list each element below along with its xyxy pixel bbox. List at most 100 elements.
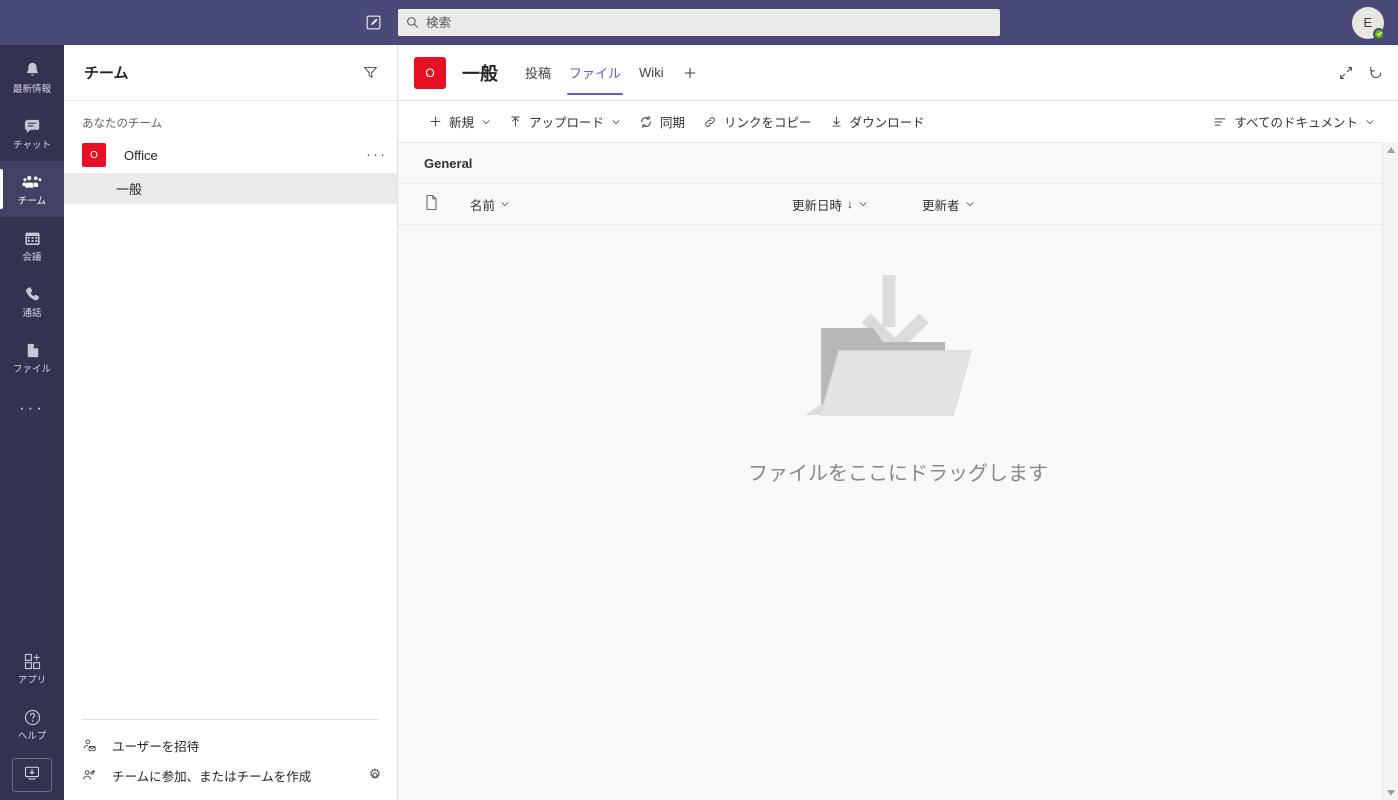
search-icon bbox=[406, 16, 419, 29]
column-header-modified-by-label: 更新者 bbox=[922, 198, 960, 213]
compose-icon[interactable] bbox=[360, 10, 386, 36]
upload-icon bbox=[509, 115, 522, 128]
column-header-modified-by[interactable]: 更新者 bbox=[922, 195, 1052, 214]
sidebar-item-files[interactable]: ファイル bbox=[0, 329, 64, 385]
sidebar-item-apps[interactable]: アプリ bbox=[0, 640, 64, 696]
documents-area: General 名前 更新日時 ↓ 更新者 ファイルをここにドラッグします bbox=[398, 143, 1398, 800]
main-content: O 一般 投稿 ファイル Wiki 新規 アップロード 同期 リンクをコピー ダ… bbox=[398, 45, 1398, 800]
chevron-down-icon bbox=[858, 199, 868, 209]
gear-icon[interactable] bbox=[367, 767, 383, 783]
sidebar-item-calendar-label: 会議 bbox=[22, 251, 42, 263]
person-add-icon bbox=[82, 738, 102, 753]
drag-files-folder-illustration bbox=[803, 263, 993, 433]
help-icon bbox=[23, 707, 42, 729]
phone-icon bbox=[23, 284, 42, 306]
column-header-modified[interactable]: 更新日時 ↓ bbox=[792, 195, 922, 214]
channel-tabs: 投稿 ファイル Wiki bbox=[516, 45, 707, 101]
sort-descending-icon: ↓ bbox=[847, 197, 854, 211]
team-avatar: O bbox=[82, 143, 106, 167]
team-more-options-button[interactable]: ··· bbox=[366, 147, 387, 162]
column-type[interactable] bbox=[424, 194, 470, 214]
presence-available-icon bbox=[1373, 27, 1385, 40]
search-box[interactable] bbox=[398, 9, 1000, 36]
sidebar-item-activity-label: 最新情報 bbox=[12, 83, 51, 95]
files-column-headers: 名前 更新日時 ↓ 更新者 bbox=[398, 183, 1398, 225]
sidebar-item-help[interactable]: ヘルプ bbox=[0, 696, 64, 752]
vertical-scrollbar[interactable] bbox=[1382, 143, 1398, 800]
teams-panel: チーム あなたのチーム O Office ··· 一般 ユーザーを招待 チームに… bbox=[64, 45, 398, 800]
tab-posts[interactable]: 投稿 bbox=[516, 45, 560, 101]
top-bar: E bbox=[0, 0, 1398, 45]
sidebar-item-files-label: ファイル bbox=[12, 363, 51, 375]
team-name: Office bbox=[124, 147, 158, 163]
sync-button[interactable]: 同期 bbox=[630, 106, 694, 138]
avatar[interactable]: E bbox=[1352, 6, 1385, 40]
sidebar-item-teams[interactable]: チーム bbox=[0, 161, 64, 217]
document-icon bbox=[424, 194, 439, 214]
tab-files[interactable]: ファイル bbox=[560, 45, 630, 101]
invite-people-button[interactable]: ユーザーを招待 bbox=[64, 730, 397, 760]
sidebar-item-teams-label: チーム bbox=[17, 195, 47, 207]
teams-icon bbox=[22, 172, 43, 194]
sidebar-item-help-label: ヘルプ bbox=[17, 730, 47, 742]
download-desktop-app-button[interactable] bbox=[12, 758, 52, 792]
filter-icon[interactable] bbox=[362, 64, 379, 81]
expand-icon[interactable] bbox=[1338, 65, 1354, 81]
channel-header-actions bbox=[1338, 65, 1384, 81]
app-body: 最新情報 チャット チーム 会議 通話 ファイル ··· アプリ ヘルプ チーム… bbox=[0, 45, 1398, 800]
search-input[interactable] bbox=[426, 15, 992, 30]
refresh-icon[interactable] bbox=[1368, 65, 1384, 81]
apps-icon bbox=[23, 651, 42, 673]
add-tab-button[interactable] bbox=[673, 45, 707, 101]
tab-files-label: ファイル bbox=[569, 66, 622, 81]
teams-panel-footer: ユーザーを招待 チームに参加、またはチームを作成 bbox=[64, 719, 397, 800]
column-header-modified-label: 更新日時 bbox=[792, 198, 843, 213]
copy-link-button-label: リンクをコピー bbox=[724, 116, 812, 130]
list-view-icon bbox=[1213, 115, 1227, 129]
chat-icon bbox=[23, 116, 42, 138]
plus-icon bbox=[429, 115, 442, 128]
scroll-up-arrow-icon[interactable] bbox=[1386, 143, 1395, 157]
new-button[interactable]: 新規 bbox=[420, 106, 500, 138]
sync-icon bbox=[639, 115, 653, 129]
tab-wiki-label: Wiki bbox=[639, 65, 664, 80]
command-bar: 新規 アップロード 同期 リンクをコピー ダウンロード すべてのドキュメント bbox=[398, 101, 1398, 143]
chevron-down-icon bbox=[481, 117, 491, 127]
sidebar-item-calls[interactable]: 通話 bbox=[0, 273, 64, 329]
channel-team-avatar: O bbox=[414, 56, 446, 89]
download-button-label: ダウンロード bbox=[849, 116, 925, 130]
scroll-down-arrow-icon[interactable] bbox=[1386, 786, 1395, 800]
page-title: チーム bbox=[84, 65, 129, 82]
invite-people-label: ユーザーを招待 bbox=[112, 739, 200, 754]
channel-name: 一般 bbox=[116, 182, 143, 197]
copy-link-button[interactable]: リンクをコピー bbox=[694, 106, 821, 138]
view-selector-button[interactable]: すべてのドキュメント bbox=[1204, 106, 1384, 138]
divider bbox=[82, 719, 379, 720]
chevron-down-icon bbox=[611, 117, 621, 127]
sidebar-item-calls-label: 通話 bbox=[22, 307, 42, 319]
link-icon bbox=[703, 115, 717, 129]
column-header-name[interactable]: 名前 bbox=[470, 195, 792, 214]
sidebar-more-apps-button[interactable]: ··· bbox=[0, 385, 64, 431]
teams-panel-header: チーム bbox=[64, 45, 397, 101]
column-header-name-label: 名前 bbox=[470, 198, 496, 213]
channel-item-general[interactable]: 一般 bbox=[64, 173, 397, 204]
team-row-office[interactable]: O Office ··· bbox=[64, 137, 397, 173]
chevron-down-icon bbox=[965, 199, 975, 209]
teams-app-window: E 最新情報 bbox=[0, 0, 1398, 800]
breadcrumb[interactable]: General bbox=[398, 143, 1398, 183]
sidebar-item-chat[interactable]: チャット bbox=[0, 105, 64, 161]
app-rail-bottom: アプリ ヘルプ bbox=[0, 640, 64, 800]
tab-wiki[interactable]: Wiki bbox=[630, 45, 673, 101]
view-selector-label: すべてのドキュメント bbox=[1234, 116, 1358, 130]
download-button[interactable]: ダウンロード bbox=[821, 106, 934, 138]
bell-icon bbox=[23, 60, 42, 82]
channel-title: 一般 bbox=[462, 63, 498, 84]
sidebar-item-activity[interactable]: 最新情報 bbox=[0, 49, 64, 105]
upload-button[interactable]: アップロード bbox=[500, 106, 630, 138]
chevron-down-icon bbox=[1365, 117, 1375, 127]
calendar-icon bbox=[23, 228, 42, 250]
sidebar-item-calendar[interactable]: 会議 bbox=[0, 217, 64, 273]
join-or-create-team-button[interactable]: チームに参加、またはチームを作成 bbox=[64, 760, 397, 790]
tab-posts-label: 投稿 bbox=[525, 66, 552, 81]
